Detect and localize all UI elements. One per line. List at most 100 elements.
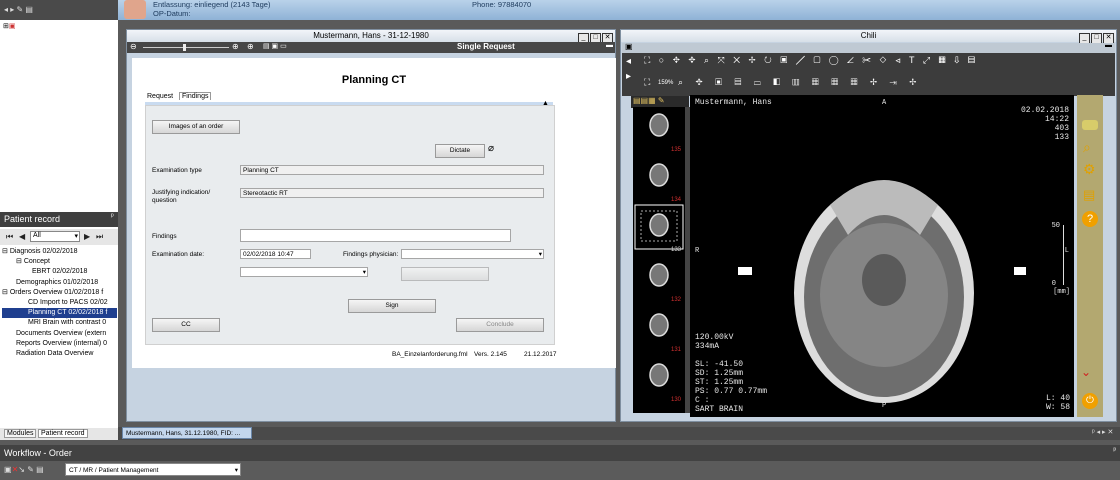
orient-bottom: P bbox=[882, 402, 887, 410]
viewer-patient: Mustermann, Hans bbox=[695, 98, 772, 107]
chevron-down-icon: ▾ bbox=[538, 251, 542, 258]
tab-patient-record[interactable]: Patient record bbox=[38, 429, 88, 438]
collapse-sidebar-icon[interactable]: ⌄ bbox=[1081, 365, 1091, 379]
folder-icon[interactable]: ▬ bbox=[606, 42, 613, 49]
physician-select[interactable]: ▾ bbox=[401, 249, 544, 259]
extra-select[interactable]: ▾ bbox=[240, 267, 368, 277]
tool-icons-row1[interactable]: ⛶ ○ ✥ ✥ ⌕ ⤧ ✕ ✢ ↻ ▣ ╱ ▢ ◯ ∠ ✂ ◇ ⊲ T ⤢ ▦ … bbox=[644, 55, 978, 66]
workflow-icons[interactable]: ▣✕↘ ✎ ▤ bbox=[4, 465, 44, 474]
tree-item[interactable]: EBRT 02/02/2018 bbox=[2, 267, 117, 277]
power-icon[interactable]: ⏻ bbox=[1082, 393, 1098, 409]
workflow-toolbar: ▣✕↘ ✎ ▤ CT / MR / Patient Management ▾ bbox=[0, 461, 1120, 480]
findings-label: Findings bbox=[152, 233, 177, 240]
tree-item[interactable]: ⊟ Orders Overview 01/02/2018 f bbox=[2, 288, 117, 298]
tree-item[interactable]: MRI Brain with contrast 0 bbox=[2, 318, 117, 328]
thumb-number: 130 bbox=[671, 397, 682, 403]
tab-modules[interactable]: Modules bbox=[4, 429, 37, 438]
tree-item[interactable]: Radiation Data Overview bbox=[2, 349, 117, 359]
workflow-select[interactable]: CT / MR / Patient Management ▾ bbox=[65, 463, 241, 476]
orient-left: R bbox=[695, 247, 700, 255]
last-icon[interactable]: ⏭ bbox=[96, 232, 103, 242]
next-icon[interactable]: ▶ bbox=[84, 232, 90, 241]
help-icon[interactable]: ? bbox=[1082, 211, 1098, 227]
folder-icon[interactable]: ▬ bbox=[1105, 42, 1112, 49]
ct-image bbox=[738, 180, 1026, 403]
tree-item[interactable]: ⊟ Diagnosis 02/02/2018 bbox=[2, 247, 117, 257]
thumbnail-strip: 135 134 133 132 131 130 bbox=[633, 107, 685, 413]
disabled-button[interactable] bbox=[401, 267, 489, 281]
search-icon[interactable]: ⌕ bbox=[1083, 139, 1091, 156]
display-icon[interactable] bbox=[1082, 120, 1098, 130]
request-window: Mustermann, Hans - 31-12-1980 _ □ ✕ ⊖ ⊕ ⊕ … bbox=[126, 29, 616, 422]
pin-icon[interactable]: ᵖ bbox=[1113, 447, 1116, 454]
thumb-tool-icons[interactable]: ▤▤▦ ✎ bbox=[633, 96, 665, 105]
toolbar-icons[interactable]: ◂ ▸ ✎ ▤ bbox=[4, 5, 33, 14]
viewer-series: SART BRAIN bbox=[695, 405, 744, 414]
conclude-button[interactable]: Conclude bbox=[456, 318, 544, 332]
viewer-kv: 120.00kV bbox=[695, 333, 734, 342]
images-button[interactable]: Images of an order bbox=[152, 120, 240, 134]
dictate-button[interactable]: Dictate bbox=[435, 144, 485, 158]
viewer-width: W: 58 bbox=[1045, 403, 1070, 412]
cc-button[interactable]: CC bbox=[152, 318, 220, 332]
zoom-slider[interactable] bbox=[143, 47, 229, 48]
thumb-number: 133 bbox=[671, 247, 682, 253]
thumb-4[interactable]: 132 bbox=[649, 263, 682, 303]
zoom-fit-icon[interactable]: ⊕ bbox=[247, 42, 254, 51]
thumb-2[interactable]: 134 bbox=[649, 163, 682, 203]
doc-title: Planning CT bbox=[341, 74, 407, 86]
tree-item-selected[interactable]: Planning CT 02/02/2018 f bbox=[2, 308, 117, 319]
findings-field[interactable] bbox=[240, 229, 511, 242]
tab-request[interactable]: Request bbox=[147, 93, 173, 100]
zoom-tool-icon[interactable]: ⛶ bbox=[644, 77, 650, 88]
zoom-in-icon[interactable]: ⊕ bbox=[232, 42, 239, 51]
zoom-slider-handle[interactable] bbox=[183, 44, 186, 51]
exam-type-field[interactable]: Planning CT bbox=[240, 165, 544, 175]
zoom-level: 159% bbox=[658, 80, 674, 86]
exam-date-field[interactable]: 02/02/2018 10:47 bbox=[240, 249, 311, 259]
taskbar-controls[interactable]: ᵖ ◂ ▸ ✕ bbox=[1092, 428, 1113, 436]
thumbnails-svg: 135 134 133 132 131 130 bbox=[634, 113, 684, 403]
orient-right: L bbox=[1064, 247, 1069, 255]
header-phone: Phone: 97884070 bbox=[472, 0, 532, 9]
print-icon[interactable]: ▤ bbox=[1083, 187, 1095, 203]
record-filter-select[interactable]: All ▾ bbox=[30, 231, 80, 242]
chevron-down-icon: ▾ bbox=[362, 269, 366, 276]
first-icon[interactable]: ⏮ bbox=[6, 232, 13, 242]
justify-field[interactable]: Stereotactic RT bbox=[240, 188, 544, 198]
thumb-number: 131 bbox=[671, 347, 682, 353]
tool-icons-row2[interactable]: ⌕ ✥ ▣ ▤ ▭ ◧ ▥ ▦ ▦ ▦ ✢ ⇥ ✢ bbox=[678, 77, 921, 88]
collapse-left-icon[interactable]: ◂ bbox=[626, 56, 631, 67]
justify-label-2: question bbox=[152, 197, 177, 204]
tree-item[interactable]: ⊟ Concept bbox=[2, 257, 117, 267]
physician-label: Findings physician: bbox=[343, 251, 399, 258]
request-document: Planning CT Request Findings ▲ Images of… bbox=[132, 58, 616, 368]
prev-icon[interactable]: ◀ bbox=[19, 232, 25, 241]
toolbar-title: Single Request bbox=[457, 42, 515, 51]
thumb-1[interactable]: 135 bbox=[649, 113, 682, 153]
tree-item[interactable]: Reports Overview (internal) 0 bbox=[2, 339, 117, 349]
pin-icon[interactable]: ᵖ bbox=[111, 213, 114, 220]
zoom-out-icon[interactable]: ⊖ bbox=[130, 42, 137, 51]
tree-item[interactable]: Documents Overview (extern bbox=[2, 329, 117, 339]
scale-50: 50 bbox=[1051, 222, 1060, 230]
viewer-num1: 403 bbox=[1054, 124, 1069, 133]
tree-item[interactable]: CD Import to PACS 02/02 bbox=[2, 298, 117, 308]
tab-findings[interactable]: Findings bbox=[179, 92, 212, 100]
expand-icon[interactable]: ▸ bbox=[626, 71, 631, 82]
ct-viewer[interactable]: Mustermann, Hans A 02.02.2018 14:22 403 … bbox=[690, 95, 1074, 417]
view-icons[interactable]: ▤ ▣ ▭ bbox=[263, 42, 287, 50]
chili-titlebar: Chili _ □ ✕ bbox=[621, 30, 1116, 44]
thumb-number: 134 bbox=[671, 197, 682, 203]
thumb-3-selected[interactable]: 133 bbox=[634, 204, 684, 253]
thumb-6[interactable]: 130 bbox=[649, 363, 682, 403]
chevron-down-icon: ▾ bbox=[74, 233, 78, 240]
tree-item[interactable]: Demographics 01/02/2018 bbox=[2, 278, 117, 288]
tree-root-node[interactable]: ⊞▣ bbox=[3, 22, 16, 30]
sign-button[interactable]: Sign bbox=[348, 299, 436, 313]
thumb-5[interactable]: 131 bbox=[649, 313, 682, 353]
gear-icon[interactable]: ⚙ bbox=[1083, 161, 1096, 178]
viewer-level: L: 40 bbox=[1045, 394, 1070, 403]
taskbar-window-button[interactable]: Mustermann, Hans, 31.12.1980, FID: ... bbox=[122, 427, 252, 439]
paperclip-icon[interactable]: ⌀ bbox=[488, 143, 494, 154]
